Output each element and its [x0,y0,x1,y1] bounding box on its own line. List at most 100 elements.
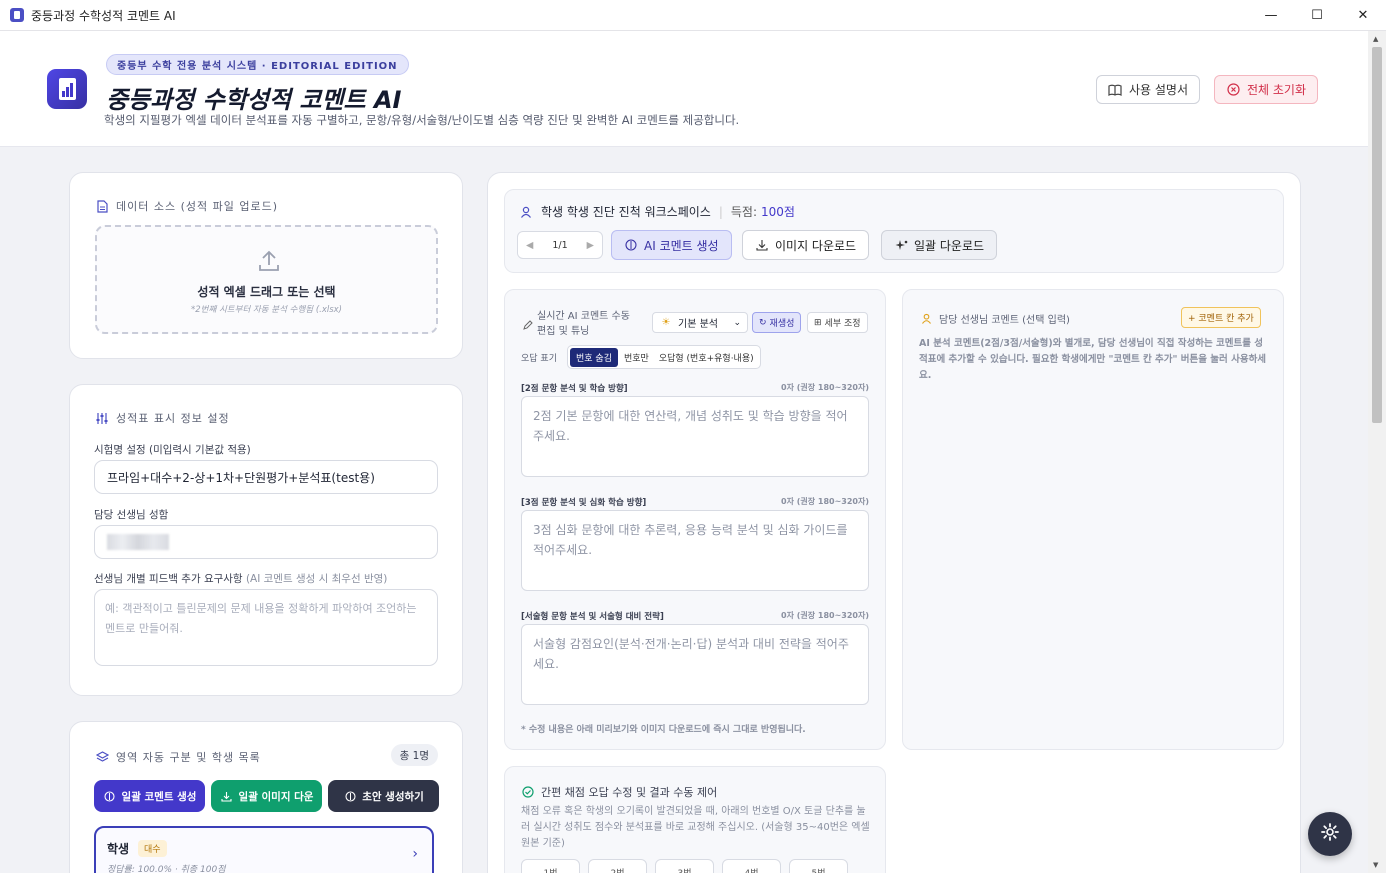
q3-textarea[interactable]: 3점 심화 문항에 대한 추론력, 응용 능력 분석 및 심화 가이드를 적어주… [521,510,869,591]
app-icon [10,8,24,22]
check-circle-icon [521,785,535,799]
feedback-label-note: (AI 코멘트 생성 시 최우선 반영) [245,573,388,585]
fine-tune-label: 세부 조정 [824,319,861,329]
workspace-card: 학생 학생 진단 진척 워크스페이스 | 득점: 100점 ◀ 1/1 ▶ AI… [487,172,1301,873]
student-list-item[interactable]: 학생 대수 정답률: 100.0% · 취종 100점 › [94,826,434,873]
q2-count: 0자 (권장 180~320자) [781,383,869,392]
prev-icon[interactable]: ◀ [526,240,533,251]
window-titlebar: 중등과정 수학성적 코멘트 AI — ☐ ✕ [0,0,1386,31]
exam-name-label: 시험명 설정 (미입력시 기본값 적용) [94,444,251,456]
bulb-icon: ☀ [661,317,671,328]
question-toggle[interactable]: 2번 [588,859,647,873]
analysis-mode-value: 기본 분석 [678,319,718,330]
brain-icon [103,789,117,803]
tuning-title: 실시간 AI 코멘트 수동 편집 및 튜닝 [537,309,630,339]
bulk-comment-label: 일괄 코멘트 생성 [121,790,197,803]
ai-comment-label: AI 코멘트 생성 [644,238,719,253]
reset-all-button[interactable]: 전체 초기화 [1214,75,1319,104]
regenerate-button[interactable]: ↻ 재생성 [752,312,802,333]
pager-text: 1/1 [552,239,568,251]
file-icon [95,199,109,213]
minimize-button[interactable]: — [1248,0,1294,31]
grading-desc: 채점 오류 혹은 학생의 오기록이 발견되었을 때, 아래의 번호별 O/X 토… [521,806,870,849]
tuning-title-line1: 실시간 AI 코멘트 수동 [537,311,630,322]
refresh-icon: ↻ [759,317,767,328]
bulk-image-button[interactable]: 일괄 이미지 다운 [211,780,322,812]
analysis-mode-select[interactable]: ☀ 기본 분석 ⌄ [652,312,748,333]
seg-hide-number[interactable]: 번호 숨김 [570,347,618,367]
bulk-download-button[interactable]: 일괄 다운로드 [881,230,998,260]
image-download-label: 이미지 다운로드 [775,238,857,253]
generate-draft-button[interactable]: 초안 생성하기 [328,780,439,812]
seg-number-only[interactable]: 번호만 [620,348,653,367]
bulk-comment-button[interactable]: 일괄 코멘트 생성 [94,780,205,812]
user-icon [919,312,933,326]
q2-label: [2점 문항 분석 및 학습 방향] [521,384,628,394]
question-toggle[interactable]: 3번 [655,859,714,873]
exam-name-input[interactable]: 프라임+대수+2-상+1차+단원평가+분석표(test용) [94,460,438,494]
teacher-name-input[interactable] [94,525,438,559]
image-download-button[interactable]: 이미지 다운로드 [742,230,870,260]
edit-icon [521,318,535,332]
scroll-up-icon[interactable]: ▲ [1373,35,1378,43]
user-icon [519,205,533,219]
page-title: 중등과정 수학성적 코멘트 AI [106,86,402,114]
brain-icon [343,789,357,803]
grading-title: 간편 채점 오답 수정 및 결과 수동 제어 [541,786,718,799]
question-toggle[interactable]: 5번 [789,859,848,873]
student-pager: ◀ 1/1 ▶ [517,231,603,259]
manual-button[interactable]: 사용 설명서 [1096,75,1201,104]
q3-label: [3점 문항 분석 및 심화 학습 방향] [521,498,647,508]
scrollbar-thumb[interactable] [1372,47,1382,423]
teacher-comment-header: 담당 선생님 코멘트 (선택 입력) [919,311,1070,326]
upload-section-header: 데이터 소스 (성적 파일 업로드) [95,198,278,214]
add-comment-button[interactable]: + 코멘트 칸 추가 [1181,307,1261,328]
teacher-comment-title: 담당 선생님 코멘트 (선택 입력) [939,315,1070,326]
tuning-footnote: * 수정 내용은 아래 미리보기와 이미지 다운로드에 즉시 그대로 반영됩니다… [521,725,806,735]
student-count-badge: 총 1명 [390,744,438,766]
grid-icon: ⊞ [814,317,822,328]
bulk-image-label: 일괄 이미지 다운 [238,790,314,803]
wrong-mark-segmented: 번호 숨김 번호만 오답형 (번호+유형·내용) [567,345,761,369]
page-scrollbar[interactable]: ▲ ▼ [1368,31,1386,873]
settings-section-header: 성적표 표시 정보 설정 [95,410,230,426]
settings-section-title: 성적표 표시 정보 설정 [116,412,230,425]
feedback-textarea[interactable]: 예: 객관적이고 틀린문제의 문제 내용을 정확하게 파악하여 조언하는 멘트로… [94,589,438,666]
brain-icon [624,238,638,252]
question-toggle[interactable]: 4번 [722,859,781,873]
q2-textarea[interactable]: 2점 기본 문항에 대한 연산력, 개념 성취도 및 학습 방향을 적어주세요. [521,396,869,477]
bulk-download-label: 일괄 다운로드 [914,238,985,253]
feedback-label-text: 선생님 개별 피드백 추가 요구사항 [94,573,243,585]
page-subtitle: 학생의 지필평가 엑셀 데이터 분석표를 자동 구별하고, 문항/유형/서술형/… [104,113,740,127]
maximize-button[interactable]: ☐ [1294,0,1340,31]
next-icon[interactable]: ▶ [587,240,594,251]
score-value: 100점 [761,205,795,219]
grading-panel: 간편 채점 오답 수정 및 결과 수동 제어 채점 오류 혹은 학생의 오기록이… [504,766,886,873]
q4-textarea[interactable]: 서술형 감점요인(분석·전개·논리·답) 분석과 대비 전략을 적어주세요. [521,624,869,705]
wrong-mark-label: 오답 표기 [521,354,557,364]
fine-tune-button[interactable]: ⊞ 세부 조정 [807,312,868,333]
q3-count: 0자 (권장 180~320자) [781,497,869,506]
workspace-title: 학생 학생 진단 진척 워크스페이스 [541,205,711,219]
seg-full-wrong[interactable]: 오답형 (번호+유형·내용) [655,348,758,367]
chevron-down-icon: ⌄ [733,317,741,328]
dropzone-title: 성적 엑셀 드래그 또는 선택 [197,285,336,299]
ai-comment-button[interactable]: AI 코멘트 생성 [611,230,732,260]
q4-count: 0자 (권장 180~320자) [781,611,869,620]
upload-icon [257,249,281,277]
student-tag: 대수 [138,840,167,857]
score-label: 득점: [730,205,757,219]
close-button[interactable]: ✕ [1340,0,1386,31]
workspace-header: 학생 학생 진단 진척 워크스페이스 | 득점: 100점 ◀ 1/1 ▶ AI… [504,189,1284,273]
settings-fab-button[interactable] [1308,812,1352,856]
dropzone-hint: *2번째 시트부터 자동 분석 수행됨 (.xlsx) [190,305,342,315]
reset-label: 전체 초기화 [1247,83,1307,97]
file-dropzone[interactable]: 성적 엑셀 드래그 또는 선택 *2번째 시트부터 자동 분석 수행됨 (.xl… [95,225,438,334]
question-toggle[interactable]: 1번 [521,859,580,873]
window-title: 중등과정 수학성적 코멘트 AI [31,8,176,23]
teacher-comment-desc: AI 분석 코멘트(2점/3점/서술형)와 별개로, 담당 선생님이 직접 작성… [919,338,1267,381]
settings-card: 성적표 표시 정보 설정 시험명 설정 (미입력시 기본값 적용) 프라임+대수… [69,384,463,696]
regenerate-label: 재생성 [769,319,795,329]
scroll-down-icon[interactable]: ▼ [1373,861,1378,869]
students-section-header: 영역 자동 구분 및 학생 목록 [95,749,261,765]
